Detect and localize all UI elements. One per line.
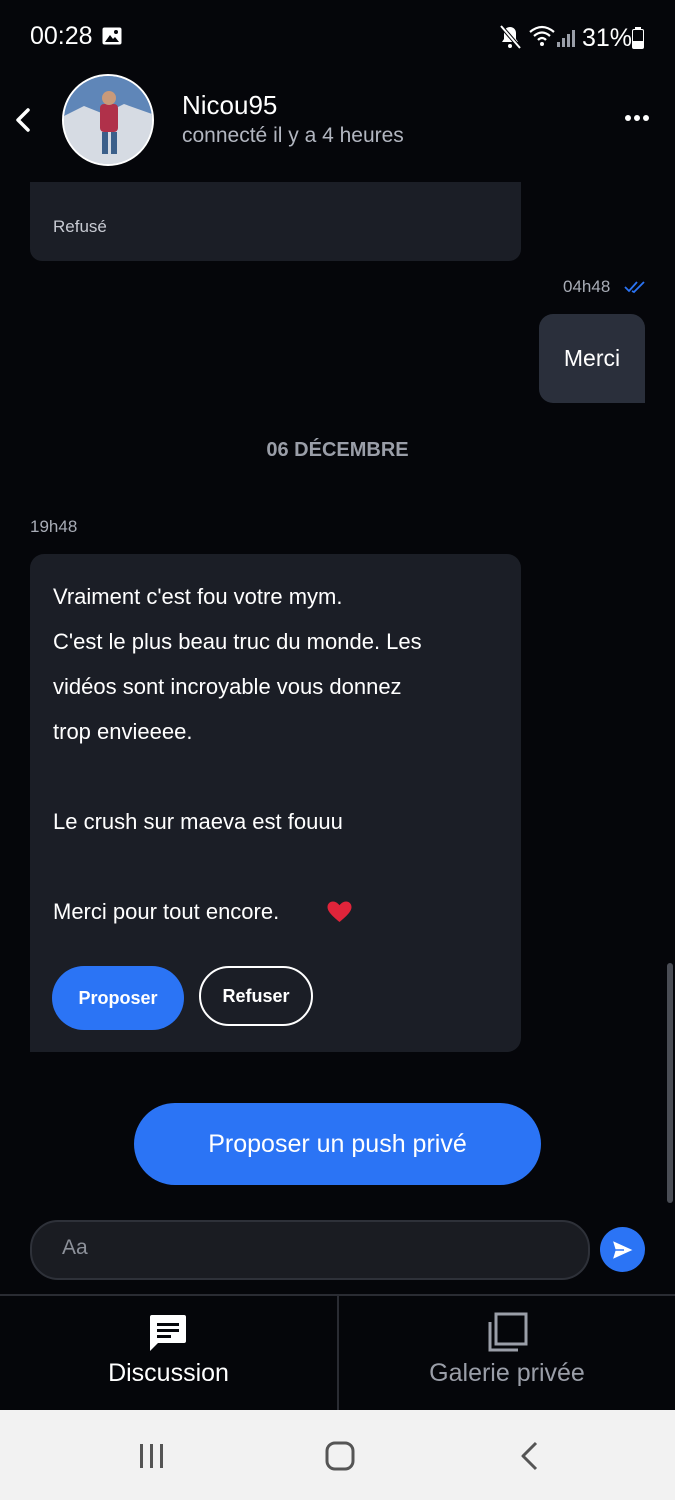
refuse-button[interactable]: Refuser <box>199 966 313 1026</box>
outgoing-message-text: Merci <box>563 345 621 371</box>
tab-discussion[interactable]: Discussion <box>0 1359 337 1388</box>
read-receipt-icon <box>624 281 645 294</box>
date-separator: 06 DÉCEMBRE <box>266 439 409 461</box>
gallery-icon[interactable] <box>486 1312 528 1354</box>
scrollbar[interactable] <box>667 963 673 1203</box>
message-line: Vraiment c'est fou votre mym. <box>53 584 343 609</box>
contact-name[interactable]: Nicou95 <box>182 90 277 121</box>
message-line: C'est le plus beau truc du monde. Les <box>53 629 422 654</box>
tab-private-gallery[interactable]: Galerie privée <box>339 1359 675 1388</box>
avatar-photo <box>64 76 152 164</box>
message-input-placeholder: Aa <box>62 1236 88 1259</box>
send-button[interactable] <box>600 1227 645 1272</box>
more-options-icon[interactable] <box>616 106 656 130</box>
incoming-message-time: 19h48 <box>30 517 78 536</box>
back-arrow-icon[interactable] <box>10 100 38 140</box>
propose-private-push-button[interactable]: Proposer un push privé <box>134 1103 541 1185</box>
refused-label: Refusé <box>53 217 107 236</box>
nav-back-icon[interactable] <box>518 1440 542 1472</box>
status-time: 00:28 <box>30 22 93 50</box>
signal-icon <box>557 30 575 47</box>
send-icon <box>610 1238 635 1261</box>
heart-icon <box>327 901 352 922</box>
message-line: Le crush sur maeva est fouuu <box>53 809 343 834</box>
message-line: Merci pour tout encore. <box>53 899 280 924</box>
propose-button[interactable]: Proposer <box>52 966 184 1030</box>
contact-last-seen: connecté il y a 4 heures <box>182 124 404 147</box>
image-icon <box>102 27 122 45</box>
battery-icon <box>632 27 644 49</box>
tab-divider <box>337 1296 339 1410</box>
avatar[interactable] <box>62 74 154 166</box>
mute-icon <box>499 24 522 50</box>
chat-icon[interactable] <box>148 1313 188 1353</box>
message-input[interactable] <box>30 1220 590 1280</box>
home-icon[interactable] <box>324 1440 356 1472</box>
message-line: trop envieeee. <box>53 719 193 744</box>
message-line: vidéos sont incroyable vous donnez <box>53 674 402 699</box>
outgoing-message-time: 04h48 <box>563 277 611 296</box>
wifi-icon <box>529 25 555 46</box>
battery-percentage: 31% <box>582 24 633 52</box>
recent-apps-icon[interactable] <box>136 1440 168 1472</box>
